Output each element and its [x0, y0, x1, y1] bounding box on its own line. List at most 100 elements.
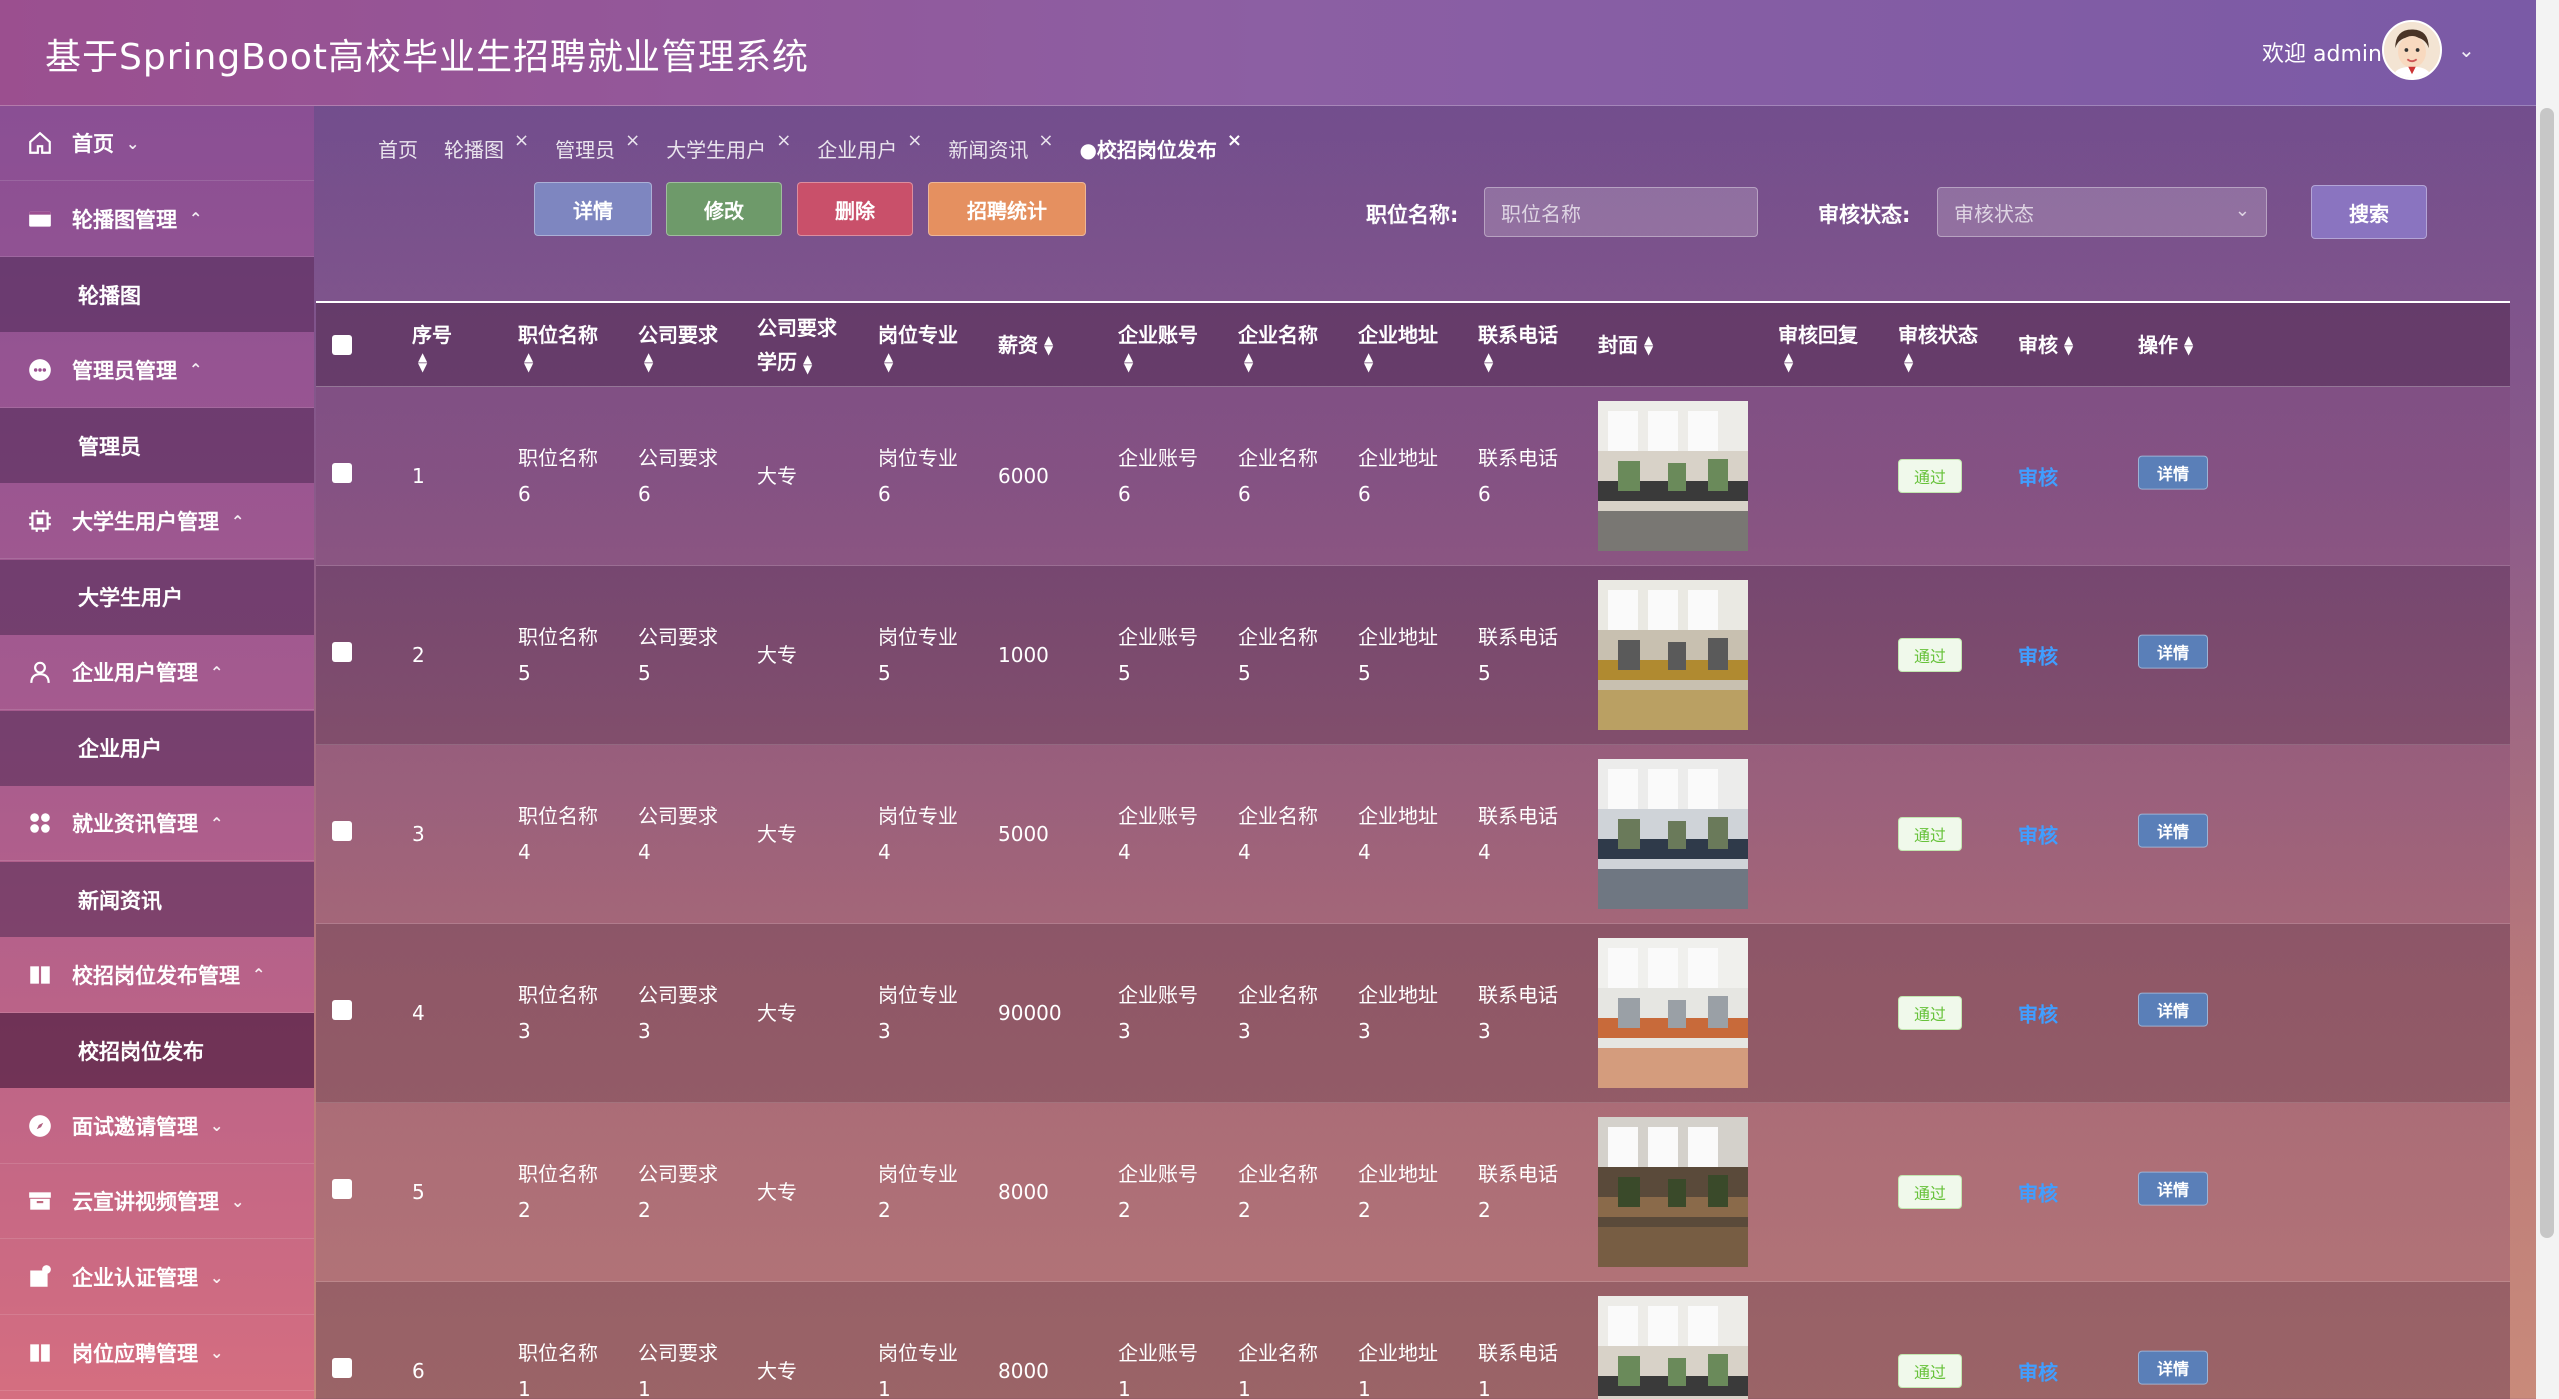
- row-detail-button[interactable]: 详情: [2138, 1350, 2208, 1385]
- close-icon[interactable]: ×: [625, 130, 640, 151]
- row-checkbox[interactable]: [332, 637, 352, 673]
- row-detail-button[interactable]: 详情: [2138, 1171, 2208, 1206]
- sidebar-menu-item[interactable]: 岗位应聘管理 ⌄: [0, 1316, 314, 1391]
- search-button[interactable]: 搜索: [2311, 185, 2427, 239]
- row-detail-button[interactable]: 详情: [2138, 992, 2208, 1027]
- cell-position: 职位名称 4: [518, 798, 598, 870]
- sidebar-menu-item[interactable]: 企业认证管理 ⌄: [0, 1240, 314, 1315]
- close-icon[interactable]: ×: [1227, 130, 1242, 151]
- col-status[interactable]: 审核状态 ▲ ▼: [1898, 303, 1978, 387]
- col-actions[interactable]: 操作 ▲ ▼: [2138, 303, 2193, 387]
- cell-major: 岗位专业 2: [878, 1156, 958, 1228]
- submenu-item[interactable]: 校招岗位发布: [0, 1013, 314, 1089]
- user-menu-chevron-icon[interactable]: ⌄: [2458, 38, 2475, 62]
- sidebar-menu-item[interactable]: 企业用户管理 ⌃: [0, 635, 314, 711]
- col-requirement[interactable]: 公司要求 ▲ ▼: [638, 303, 718, 387]
- row-checkbox[interactable]: [332, 458, 352, 494]
- cell-account-line1: 企业账号: [1118, 446, 1198, 470]
- audit-link[interactable]: 审核: [2018, 999, 2058, 1028]
- table-row[interactable]: 1 职位名称 6 公司要求 6 岗位专业 6 企业账号 6 企业名称 6 企业地址 6 联系电话 6 大专 60…: [316, 387, 2510, 566]
- col-position[interactable]: 职位名称 ▲ ▼: [518, 303, 598, 387]
- tab-item[interactable]: 企业用户 ×: [817, 130, 922, 163]
- close-icon[interactable]: ×: [514, 130, 529, 151]
- submenu-item-label: 大学生用户: [78, 586, 183, 611]
- submenu-item[interactable]: 企业用户: [0, 710, 314, 786]
- row-index: 5: [412, 1180, 425, 1204]
- col-cover[interactable]: 封面 ▲ ▼: [1598, 303, 1653, 387]
- audit-link[interactable]: 审核: [2018, 641, 2058, 670]
- tab-item[interactable]: ●校招岗位发布 ×: [1079, 130, 1242, 163]
- select-all-checkbox[interactable]: [332, 303, 352, 387]
- sidebar-menu-item[interactable]: 首页 ⌄: [0, 106, 314, 181]
- close-icon[interactable]: ×: [776, 130, 791, 151]
- table-row[interactable]: 6 职位名称 1 公司要求 1 岗位专业 1 企业账号 1 企业名称 1 企业地址 1 联系电话 1 大专 80…: [316, 1282, 2510, 1399]
- tab-item[interactable]: 新闻资讯 ×: [948, 130, 1053, 163]
- cell-education: 大专: [757, 643, 797, 667]
- delete-button[interactable]: 删除: [797, 182, 913, 236]
- position-search-input[interactable]: 职位名称: [1484, 187, 1758, 237]
- tab-item[interactable]: 管理员 ×: [555, 130, 640, 163]
- row-checkbox[interactable]: [332, 1174, 352, 1210]
- audit-link[interactable]: 审核: [2018, 820, 2058, 849]
- recruit-stats-button[interactable]: 招聘统计: [928, 182, 1086, 236]
- audit-link[interactable]: 审核: [2018, 462, 2058, 491]
- row-detail-button[interactable]: 详情: [2138, 455, 2208, 490]
- col-major[interactable]: 岗位专业 ▲ ▼: [878, 303, 958, 387]
- top-header: 基于SpringBoot高校毕业生招聘就业管理系统 欢迎 admin ⌄: [0, 0, 2536, 106]
- cell-position-line2: 3: [518, 1019, 531, 1043]
- edit-button[interactable]: 修改: [666, 182, 782, 236]
- table-row[interactable]: 3 职位名称 4 公司要求 4 岗位专业 4 企业账号 4 企业名称 4 企业地址 4 联系电话 4 大专 50…: [316, 745, 2510, 924]
- sidebar-menu-item[interactable]: 面试邀请管理 ⌄: [0, 1089, 314, 1164]
- sidebar-menu-item[interactable]: 云宣讲视频管理 ⌄: [0, 1164, 314, 1240]
- cell-address: 企业地址 6: [1358, 440, 1438, 512]
- sidebar-menu-item[interactable]: 大学生用户管理 ⌃: [0, 484, 314, 559]
- col-education[interactable]: 公司要求 学历 ▲ ▼: [757, 303, 837, 387]
- col-company[interactable]: 企业名称 ▲ ▼: [1238, 303, 1318, 387]
- tab-item[interactable]: 大学生用户 ×: [666, 130, 791, 163]
- user-avatar[interactable]: [2382, 20, 2442, 80]
- col-reply[interactable]: 审核回复 ▲ ▼: [1778, 303, 1858, 387]
- sidebar-menu-item[interactable]: 轮播图管理 ⌃: [0, 182, 314, 257]
- submenu-item[interactable]: 管理员: [0, 408, 314, 484]
- row-detail-button[interactable]: 详情: [2138, 813, 2208, 848]
- detail-button[interactable]: 详情: [534, 182, 652, 236]
- close-icon[interactable]: ×: [907, 130, 922, 151]
- submenu-item[interactable]: 轮播图: [0, 257, 314, 333]
- row-checkbox[interactable]: [332, 995, 352, 1031]
- sidebar-menu-item[interactable]: 校招岗位发布管理 ⌃: [0, 938, 314, 1013]
- page-scrollbar-thumb[interactable]: [2540, 108, 2554, 1238]
- close-icon[interactable]: ×: [1038, 130, 1053, 151]
- cell-company: 企业名称 2: [1238, 1156, 1318, 1228]
- audit-link[interactable]: 审核: [2018, 1178, 2058, 1207]
- col-account[interactable]: 企业账号 ▲ ▼: [1118, 303, 1198, 387]
- audit-link[interactable]: 审核: [2018, 1357, 2058, 1386]
- col-audit[interactable]: 审核 ▲ ▼: [2018, 303, 2073, 387]
- status-select[interactable]: 审核状态 ⌄: [1937, 187, 2267, 237]
- table-row[interactable]: 4 职位名称 3 公司要求 3 岗位专业 3 企业账号 3 企业名称 3 企业地址 3 联系电话 3 大专 90…: [316, 924, 2510, 1103]
- row-detail-button[interactable]: 详情: [2138, 634, 2208, 669]
- table-row[interactable]: 5 职位名称 2 公司要求 2 岗位专业 2 企业账号 2 企业名称 2 企业地址 2 联系电话 2 大专 80…: [316, 1103, 2510, 1282]
- cell-education: 大专: [757, 464, 797, 488]
- sidebar-menu-item[interactable]: 管理员管理 ⌃: [0, 333, 314, 408]
- cell-requirement-line2: 5: [638, 661, 651, 685]
- tab-item[interactable]: 轮播图 ×: [444, 130, 529, 163]
- col-index[interactable]: 序号 ▲ ▼: [412, 303, 452, 387]
- sort-icon: ▲ ▼: [2184, 333, 2194, 357]
- tab-item[interactable]: 首页: [378, 134, 418, 163]
- sidebar-menu-item[interactable]: 就业资讯管理 ⌃: [0, 786, 314, 862]
- row-checkbox[interactable]: [332, 1353, 352, 1389]
- submenu-item[interactable]: 大学生用户: [0, 559, 314, 635]
- table-row[interactable]: 2 职位名称 5 公司要求 5 岗位专业 5 企业账号 5 企业名称 5 企业地址 5 联系电话 5 大专 10…: [316, 566, 2510, 745]
- chevron-up-icon: ⌃: [210, 662, 224, 682]
- cell-salary: 6000: [998, 464, 1049, 488]
- menu-item-label: 云宣讲视频管理: [72, 1190, 219, 1215]
- cell-position-line2: 1: [518, 1377, 531, 1399]
- cell-phone-line1: 联系电话: [1478, 983, 1558, 1007]
- col-phone[interactable]: 联系电话 ▲ ▼: [1478, 303, 1558, 387]
- book-icon: [26, 961, 54, 989]
- col-address[interactable]: 企业地址 ▲ ▼: [1358, 303, 1438, 387]
- submenu-item[interactable]: 新闻资讯: [0, 862, 314, 937]
- row-checkbox[interactable]: [332, 816, 352, 852]
- col-salary[interactable]: 薪资 ▲ ▼: [998, 303, 1053, 387]
- sort-icon: ▲ ▼: [1044, 333, 1054, 357]
